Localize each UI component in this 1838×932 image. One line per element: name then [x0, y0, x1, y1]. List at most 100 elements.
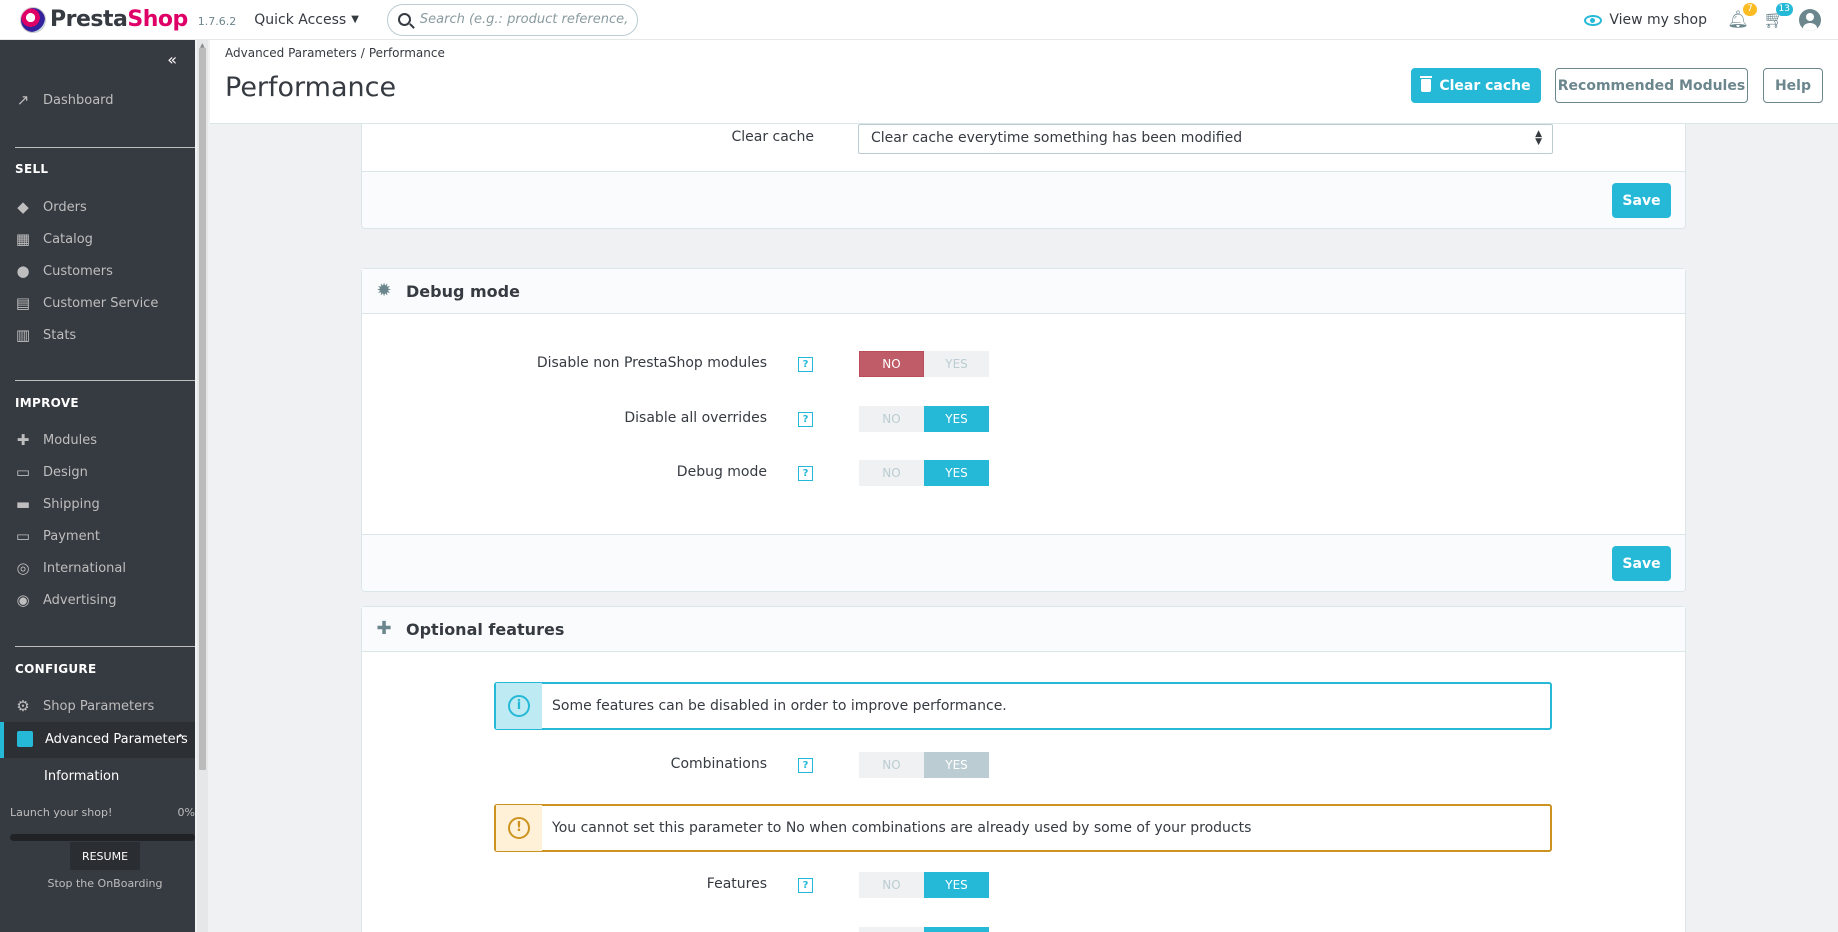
clear-cache-button[interactable]: Clear cache — [1411, 68, 1541, 103]
onboarding-panel: Launch your shop! 0% RESUME Stop the OnB… — [0, 796, 195, 932]
quick-access-label: Quick Access — [254, 11, 347, 28]
clear-cache-label: Clear cache — [1439, 77, 1531, 94]
sidebar-divider — [15, 147, 195, 148]
resume-onboarding-button[interactable]: RESUME — [70, 842, 140, 870]
sidebar-item-international[interactable]: ◎ International — [15, 560, 126, 576]
collapse-sidebar-icon[interactable]: « — [167, 50, 177, 69]
sidebar-item-shop-parameters[interactable]: ⚙ Shop Parameters — [15, 698, 154, 714]
switch-yes-option[interactable]: YES — [924, 872, 989, 898]
switch-yes-option[interactable]: YES — [924, 351, 989, 377]
sidebar-item-label: Stats — [43, 327, 77, 343]
scrollbar-thumb[interactable] — [199, 48, 206, 770]
sidebar-item-label: Shipping — [43, 496, 100, 512]
help-button[interactable]: Help — [1763, 68, 1823, 103]
sidebar-divider — [15, 646, 195, 647]
sidebar-item-catalog[interactable]: ▦ Catalog — [15, 231, 93, 247]
card-header: ✹ Debug mode — [362, 269, 1685, 314]
sidebar-item-stats[interactable]: ▥ Stats — [15, 327, 76, 343]
prestashop-logo[interactable]: PrestaShop — [20, 6, 188, 33]
sidebar-item-label: Design — [43, 464, 88, 480]
partial-switch[interactable] — [859, 927, 990, 932]
help-icon[interactable]: ? — [798, 412, 813, 427]
chat-icon: ▤ — [15, 294, 31, 312]
field-label: Debug mode — [676, 464, 767, 480]
save-button[interactable]: Save — [1612, 183, 1671, 218]
switch-no-option[interactable]: NO — [859, 872, 924, 898]
clear-cache-select-value: Clear cache everytime something has been… — [871, 130, 1243, 146]
breadcrumb-item[interactable]: Advanced Parameters — [225, 46, 357, 60]
desktop-icon: ▭ — [15, 463, 31, 481]
switch-no-option[interactable] — [859, 927, 924, 932]
sidebar-item-customers[interactable]: ● Customers — [15, 262, 112, 280]
warning-alert-text: You cannot set this parameter to No when… — [552, 820, 1252, 836]
puzzle-icon: ✚ — [16, 431, 30, 449]
shopping-basket-icon: ◆ — [17, 198, 29, 216]
save-button[interactable]: Save — [1612, 546, 1671, 581]
optional-features-card: ✚ Optional features i Some features can … — [361, 606, 1686, 932]
help-icon[interactable]: ? — [798, 878, 813, 893]
sidebar-section-improve: IMPROVE — [15, 396, 79, 410]
settings-applications-icon — [17, 731, 33, 747]
sidebar-item-payment[interactable]: ▭ Payment — [15, 528, 100, 544]
account-icon[interactable] — [1799, 9, 1821, 31]
sidebar-item-label: Customer Service — [43, 295, 159, 311]
page-header: Advanced Parameters / Performance Performa… — [210, 40, 1838, 124]
features-switch[interactable]: NO YES — [859, 872, 990, 898]
sidebar-item-label: Shop Parameters — [43, 698, 155, 714]
switch-no-option: NO — [859, 752, 924, 778]
help-icon[interactable]: ? — [798, 357, 813, 372]
sidebar-item-shipping[interactable]: ▬ Shipping — [15, 496, 100, 512]
field-label: Disable non PrestaShop modules — [536, 355, 767, 371]
debug-mode-switch[interactable]: NO YES — [859, 460, 990, 486]
sidebar-subitem-information[interactable]: Information — [44, 769, 119, 784]
card-header: ✚ Optional features — [362, 607, 1685, 652]
recommended-modules-button[interactable]: Recommended Modules — [1555, 68, 1748, 103]
notifications-bell[interactable]: 🔔︎ 7 — [1727, 3, 1757, 31]
sidebar-scrollbar[interactable]: ▲ — [197, 40, 208, 932]
onboarding-launch-text: Launch your shop! — [10, 806, 113, 819]
sidebar-item-label: Dashboard — [43, 92, 114, 108]
account-circle-icon: ● — [16, 262, 30, 280]
search-input[interactable] — [419, 12, 630, 27]
sidebar-item-label: International — [43, 560, 126, 576]
help-icon[interactable]: ? — [798, 466, 813, 481]
search-bar[interactable] — [386, 3, 638, 36]
clear-cache-select[interactable]: Clear cache everytime something has been… — [858, 124, 1553, 154]
switch-no-option[interactable]: NO — [859, 406, 924, 432]
info-icon: i — [508, 695, 530, 717]
disable-modules-switch[interactable]: NO YES — [859, 351, 990, 377]
combinations-switch: NO YES — [859, 752, 990, 778]
sidebar-item-customer-service[interactable]: ▤ Customer Service — [15, 295, 158, 311]
sidebar-item-advertising[interactable]: ◉ Advertising — [15, 592, 116, 608]
sidebar-item-dashboard[interactable]: ↗ Dashboard — [15, 92, 114, 108]
card-footer: Save — [362, 171, 1685, 228]
sidebar-section-sell: SELL — [15, 162, 49, 176]
view-my-shop-link[interactable]: View my shop — [1584, 12, 1707, 28]
switch-no-option[interactable]: NO — [859, 460, 924, 486]
onboarding-percent: 0% — [177, 806, 195, 819]
help-icon[interactable]: ? — [798, 758, 813, 773]
info-alert-text: Some features can be disabled in order t… — [552, 698, 1007, 714]
sidebar-item-advanced-parameters[interactable]: Advanced Parameters ⌃ — [0, 722, 195, 758]
breadcrumb: Advanced Parameters / Performance — [225, 46, 445, 60]
chevron-up-icon: ⌃ — [175, 732, 185, 745]
version-label: 1.7.6.2 — [197, 15, 237, 28]
top-header: PrestaShop 1.7.6.2 Quick Access ▼ View m… — [0, 0, 1838, 40]
switch-no-option[interactable]: NO — [859, 351, 924, 377]
main-content: Clear cache Clear cache everytime someth… — [210, 104, 1838, 932]
debug-mode-card: ✹ Debug mode Disable non PrestaShop modu… — [361, 268, 1686, 592]
page-title: Performance — [225, 72, 397, 103]
disable-overrides-switch[interactable]: NO YES — [859, 406, 990, 432]
globe-icon: ◎ — [16, 559, 30, 577]
switch-yes-option[interactable]: YES — [924, 406, 989, 432]
switch-yes-option[interactable] — [924, 927, 989, 932]
quick-access-dropdown[interactable]: Quick Access ▼ — [254, 12, 359, 28]
sidebar-item-design[interactable]: ▭ Design — [15, 464, 88, 480]
sidebar-item-modules[interactable]: ✚ Modules — [15, 432, 97, 448]
switch-yes-option[interactable]: YES — [924, 460, 989, 486]
stop-onboarding-link[interactable]: Stop the OnBoarding — [0, 877, 210, 890]
sidebar-section-configure: CONFIGURE — [15, 662, 97, 676]
gear-icon: ⚙ — [16, 697, 30, 715]
sidebar-item-orders[interactable]: ◆ Orders — [15, 199, 87, 215]
orders-notifications[interactable]: 🛒︎ 13 — [1763, 3, 1793, 31]
